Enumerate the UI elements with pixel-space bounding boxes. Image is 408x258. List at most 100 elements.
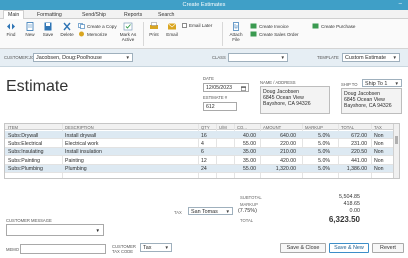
scrollbar-thumb[interactable] [395, 136, 398, 144]
cell-amount[interactable]: 1,320.00 [260, 166, 296, 172]
cell-total[interactable]: 441.00 [338, 158, 367, 164]
cell-item[interactable]: Subs:Electrical [8, 141, 60, 147]
chevron-down-icon: ▼ [125, 55, 130, 60]
cell-cost[interactable]: 40.00 [234, 133, 256, 139]
minimize-button[interactable]: – [399, 1, 402, 7]
tax-code-dropdown[interactable]: San Tomas ▼ [188, 207, 233, 215]
cell-cost[interactable]: 55.00 [234, 141, 256, 147]
create-sales-order-button[interactable]: Create Sales Order [250, 31, 299, 37]
cell-qty[interactable]: 16 [201, 133, 207, 139]
name-address-field[interactable]: Doug Jacobsen 6845 Ocean View Bayshore, … [260, 86, 330, 114]
customer-job-dropdown[interactable]: Jacobsen, Doug:Poolhouse ▼ [33, 53, 133, 62]
chevron-down-icon: ▼ [394, 81, 399, 86]
new-label: New [25, 32, 35, 37]
col-header-cost: CO... [237, 125, 247, 130]
create-copy-button[interactable]: Create a Copy [78, 23, 117, 29]
cell-item[interactable]: Subs:Plumbing [8, 166, 60, 172]
table-row[interactable]: Subs:Insulating Install insulation 6 35.… [5, 147, 399, 157]
tab-reports[interactable]: Reports [120, 11, 146, 19]
create-purchase-button[interactable]: Create Purchase [312, 23, 355, 29]
ship-to-dropdown[interactable]: Ship To 1 ▼ [362, 79, 402, 87]
cell-markup[interactable]: 5.0% [302, 149, 330, 155]
cell-total[interactable]: 672.00 [338, 133, 367, 139]
cell-markup[interactable]: 5.0% [302, 166, 330, 172]
cell-tax[interactable]: Non [374, 158, 384, 164]
cell-qty[interactable]: 12 [201, 158, 207, 164]
cell-description[interactable]: Electrical work [65, 141, 195, 147]
cell-description[interactable]: Painting [65, 158, 195, 164]
memorize-button[interactable]: Memorize [78, 31, 107, 37]
email-button[interactable]: Email [164, 22, 180, 37]
cell-total[interactable]: 231.00 [338, 141, 367, 147]
table-row[interactable]: Subs:Painting Painting 12 35.00 420.00 5… [5, 156, 399, 165]
cell-total[interactable]: 220.50 [338, 149, 367, 155]
cell-markup[interactable]: 5.0% [302, 133, 330, 139]
mark-as-active-button[interactable]: Mark As Active [116, 22, 140, 42]
date-field[interactable]: 12/05/2023 [203, 83, 249, 92]
tab-formatting[interactable]: Formatting [33, 11, 66, 19]
find-button[interactable]: Find [3, 22, 19, 37]
cell-amount[interactable]: 210.00 [260, 149, 296, 155]
new-button[interactable]: New [22, 22, 38, 37]
tab-send-ship[interactable]: Send/Ship [78, 11, 110, 19]
cell-cost[interactable]: 35.00 [234, 149, 256, 155]
cell-description[interactable]: Install insulation [65, 149, 195, 155]
cell-qty[interactable]: 4 [201, 141, 204, 147]
col-header-um: U/M [219, 125, 227, 130]
copy-icon [78, 23, 85, 29]
cell-markup[interactable]: 5.0% [302, 158, 330, 164]
template-dropdown[interactable]: Custom Estimate ▼ [342, 53, 400, 62]
ship-to-address-field[interactable]: Doug Jacobsen 6845 Ocean View Bayshore, … [341, 88, 402, 114]
cell-amount[interactable]: 420.00 [260, 158, 296, 164]
cell-tax[interactable]: Non [374, 141, 384, 147]
cell-item[interactable]: Subs:Drywall [8, 133, 60, 139]
table-row[interactable]: Subs:Drywall Install drywall 16 40.00 64… [5, 131, 399, 140]
cell-tax[interactable]: Non [374, 166, 384, 172]
delete-label: Delete [60, 32, 74, 37]
save-close-button[interactable]: Save & Close [280, 243, 326, 253]
cell-description[interactable]: Install drywall [65, 133, 195, 139]
create-invoice-button[interactable]: Create Invoice [250, 23, 289, 29]
delete-x-icon [63, 22, 71, 31]
subtotal-label: SUBTOTAL [240, 195, 262, 200]
col-header-qty: QTY [201, 125, 210, 130]
table-row[interactable]: Subs:Electrical Electrical work 4 55.00 … [5, 139, 399, 148]
cell-total[interactable]: 1,386.00 [338, 166, 367, 172]
cell-item[interactable]: Subs:Insulating [8, 149, 60, 155]
cell-amount[interactable]: 220.00 [260, 141, 296, 147]
delete-button[interactable]: Delete [58, 22, 76, 37]
cell-qty[interactable]: 6 [201, 149, 204, 155]
cell-description[interactable]: Plumbing [65, 166, 195, 172]
class-dropdown[interactable]: ▼ [228, 53, 288, 62]
cell-markup[interactable]: 5.0% [302, 141, 330, 147]
estimate-number-value: 612 [206, 104, 215, 110]
table-scrollbar[interactable] [393, 124, 399, 178]
attach-file-button[interactable]: Attach File [228, 22, 244, 42]
cell-cost[interactable]: 55.00 [234, 166, 256, 172]
customer-message-field[interactable]: ▼ [6, 224, 104, 236]
col-header-amount: AMOUNT [263, 125, 282, 130]
cell-tax[interactable]: Non [374, 149, 384, 155]
estimate-number-field[interactable]: 612 [203, 102, 237, 111]
calendar-icon[interactable] [241, 85, 246, 91]
cell-qty[interactable]: 24 [201, 166, 207, 172]
customer-tax-code-dropdown[interactable]: Tax ▼ [140, 243, 172, 252]
cell-amount[interactable]: 640.00 [260, 133, 296, 139]
save-button[interactable]: Save [40, 22, 56, 37]
revert-button[interactable]: Revert [372, 243, 404, 253]
memo-field[interactable] [20, 244, 106, 254]
cell-cost[interactable]: 35.00 [234, 158, 256, 164]
form-heading: Estimate [6, 78, 69, 95]
cell-tax[interactable]: Non [374, 133, 384, 139]
new-document-icon [26, 22, 34, 31]
cell-item[interactable]: Subs:Painting [8, 158, 60, 164]
email-later-box[interactable] [182, 23, 187, 28]
print-button[interactable]: Print [146, 22, 162, 37]
table-row[interactable]: Subs:Plumbing Plumbing 24 55.00 1,320.00… [5, 164, 399, 173]
email-later-checkbox[interactable]: Email Later [182, 23, 212, 28]
tab-search[interactable]: Search [154, 11, 178, 19]
col-header-total: TOTAL [341, 125, 355, 130]
ribbon-separator [222, 22, 223, 46]
save-new-button[interactable]: Save & New [329, 243, 369, 253]
email-envelope-icon [167, 23, 177, 30]
